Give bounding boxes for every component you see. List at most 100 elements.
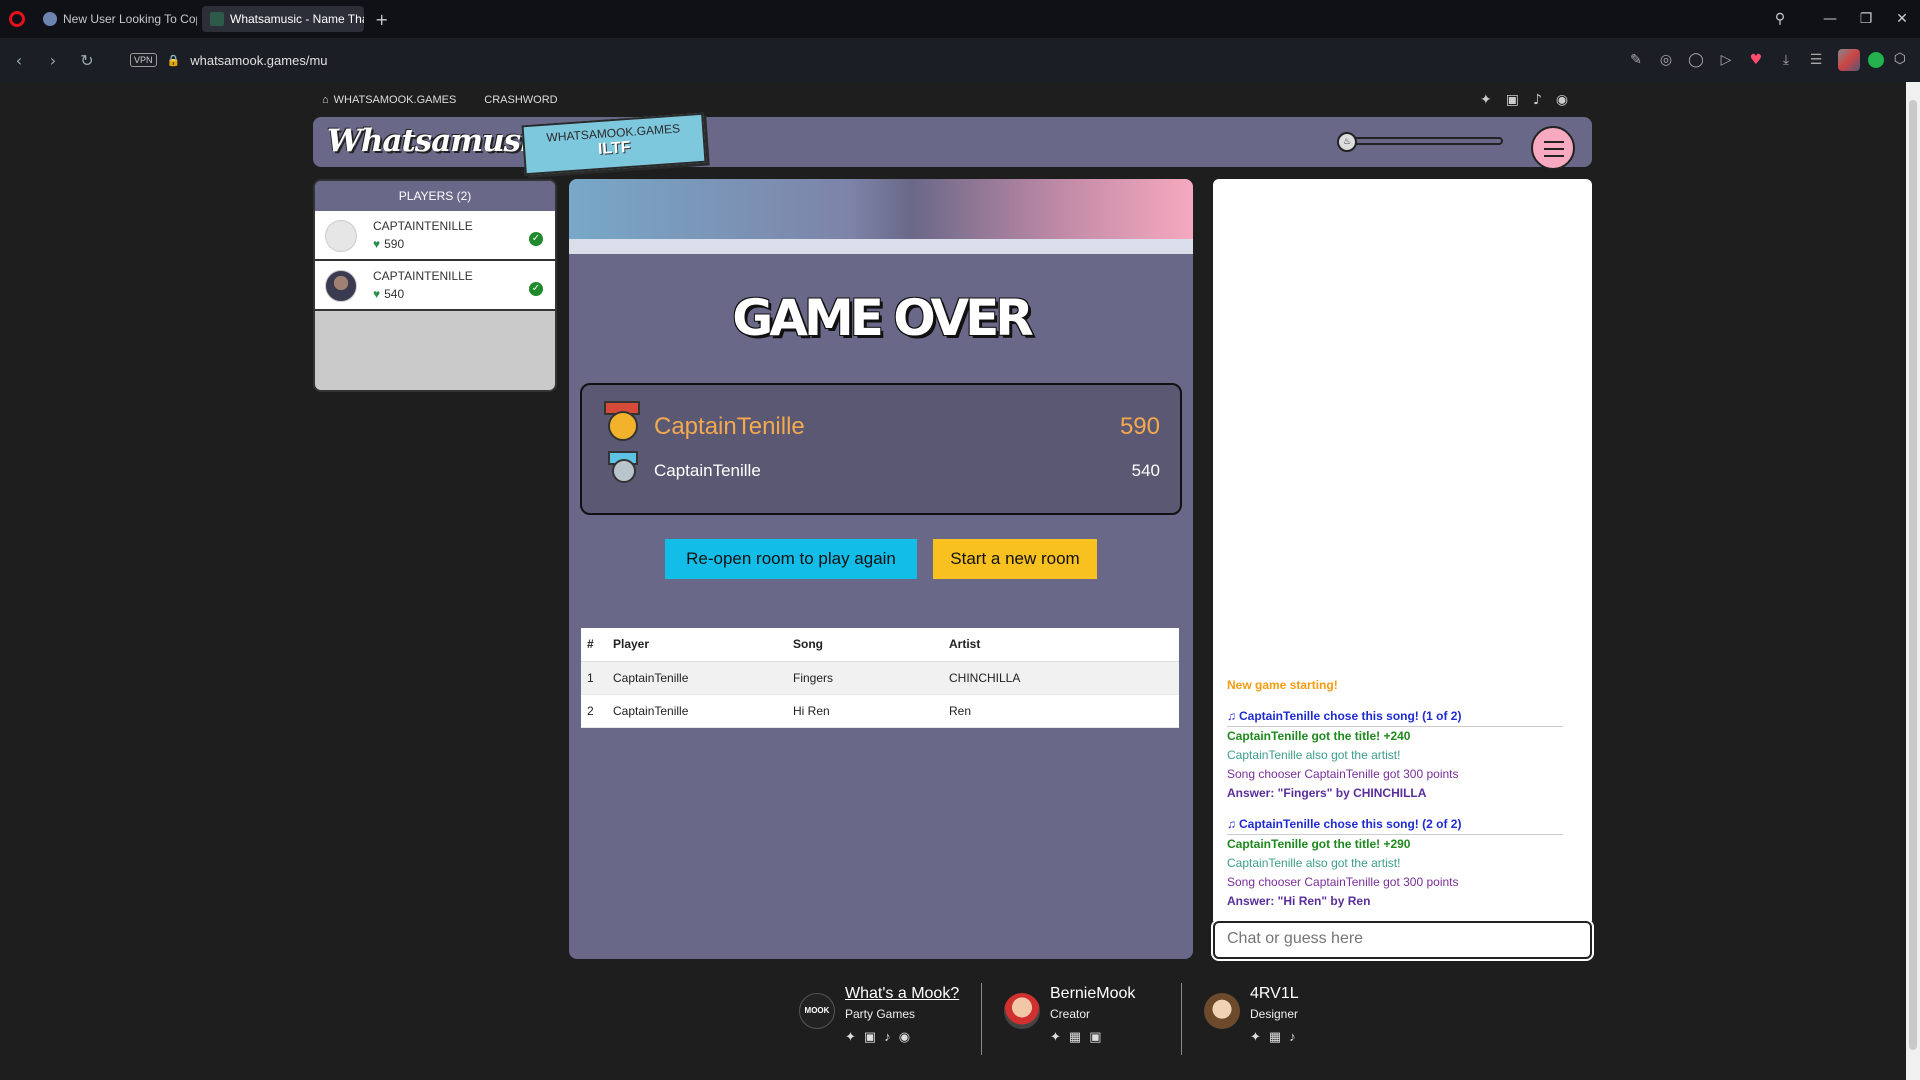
address-bar: ‹ › ↻ VPN 🔒 whatsamook.games/mu ✎ ◎ ◯ ▷ … bbox=[0, 38, 1920, 82]
twitch-icon[interactable]: ▦ bbox=[1269, 1029, 1281, 1045]
whats-a-mook-link[interactable]: What's a Mook? bbox=[845, 985, 959, 1003]
footer-bernie: BernieMook Creator ✦ ▦ ▣ bbox=[981, 983, 1181, 1055]
check-icon: ✓ bbox=[529, 232, 543, 246]
mook-logo[interactable]: MOOK bbox=[799, 993, 835, 1029]
col-song: Song bbox=[787, 628, 943, 662]
twitter-icon[interactable]: ✦ bbox=[1250, 1029, 1261, 1045]
menu-icon[interactable]: ☰ bbox=[1808, 52, 1824, 68]
tiktok-icon[interactable]: ♪ bbox=[1289, 1029, 1296, 1045]
instagram-icon[interactable]: ▣ bbox=[1506, 92, 1519, 108]
scrollbar-thumb[interactable] bbox=[1909, 100, 1917, 1050]
gold-medal-icon bbox=[608, 411, 638, 441]
heart-icon[interactable]: ♥ bbox=[1748, 52, 1764, 68]
restore-icon[interactable]: ❐ bbox=[1848, 11, 1884, 27]
cell-number: 1 bbox=[581, 661, 607, 695]
home-icon: ⌂ bbox=[322, 94, 329, 106]
address-bar-tools: ✎ ◎ ◯ ▷ ♥ ⤓ ☰ bbox=[1628, 38, 1860, 82]
instagram-icon[interactable]: ▣ bbox=[1089, 1029, 1101, 1045]
play-icon[interactable]: ▷ bbox=[1718, 52, 1734, 68]
download-icon[interactable]: ⤓ bbox=[1778, 52, 1794, 68]
heart-icon: ♥ bbox=[373, 237, 381, 251]
cell-song: Fingers bbox=[787, 661, 943, 695]
vpn-badge[interactable]: VPN bbox=[130, 53, 157, 67]
crashword-link[interactable]: CRASHWORD bbox=[484, 94, 557, 106]
col-number: # bbox=[581, 628, 607, 662]
hamburger-menu-button[interactable] bbox=[1531, 126, 1575, 170]
chat-message-title: CaptainTenille got the title! +290 bbox=[1227, 837, 1411, 851]
forward-icon[interactable]: › bbox=[38, 51, 68, 70]
chat-message-chose: ♫ CaptainTenille chose this song! (1 of 2… bbox=[1227, 707, 1563, 727]
footer-role: Party Games bbox=[845, 1007, 916, 1021]
discord-icon[interactable]: ◉ bbox=[1556, 92, 1568, 108]
reload-icon[interactable]: ↻ bbox=[72, 51, 102, 70]
browser-tab-bar: New User Looking To Cop Whatsamusic - Na… bbox=[0, 0, 1920, 38]
chat-message-artist: CaptainTenille also got the artist! bbox=[1227, 856, 1401, 870]
instagram-icon[interactable]: ▣ bbox=[864, 1029, 876, 1045]
chat-message-title: CaptainTenille got the title! +240 bbox=[1227, 729, 1411, 743]
browser-tab-1[interactable]: New User Looking To Cop bbox=[35, 6, 197, 32]
game-header: Whatsamusic WHATSAMOOK.GAMES ILTF ♨ bbox=[313, 112, 1592, 176]
twitter-icon[interactable]: ✦ bbox=[1480, 92, 1492, 108]
room-sticker: WHATSAMOOK.GAMES ILTF bbox=[521, 112, 707, 176]
discord-icon[interactable]: ◉ bbox=[899, 1029, 910, 1045]
volume-slider[interactable]: ♨ bbox=[1337, 132, 1503, 152]
cell-player: CaptainTenille bbox=[607, 694, 787, 728]
twitch-icon[interactable]: ▦ bbox=[1069, 1029, 1081, 1045]
edit-icon[interactable]: ✎ bbox=[1628, 52, 1644, 68]
table-row: 1 CaptainTenille Fingers CHINCHILLA bbox=[581, 661, 1179, 695]
minimize-icon[interactable]: — bbox=[1812, 11, 1848, 27]
chat-input-box[interactable] bbox=[1213, 921, 1592, 959]
search-icon[interactable]: ⚲ bbox=[1762, 11, 1798, 27]
game-banner bbox=[569, 179, 1193, 239]
back-icon[interactable]: ‹ bbox=[4, 51, 34, 70]
cell-artist: Ren bbox=[943, 694, 1179, 728]
avatar bbox=[1204, 993, 1240, 1029]
whatsamusic-logo[interactable]: Whatsamusic bbox=[327, 123, 550, 159]
footer-social: ✦ ▦ ♪ bbox=[1250, 1029, 1296, 1045]
page-scrollbar[interactable] bbox=[1906, 82, 1920, 1080]
chat-message-answer: Answer: "Fingers" by CHINCHILLA bbox=[1227, 786, 1427, 800]
chat-message-start: New game starting! bbox=[1227, 678, 1338, 692]
site-top-nav: ⌂ WHATSAMOOK.GAMES CRASHWORD bbox=[322, 94, 558, 106]
footer-social: ✦ ▣ ♪ ◉ bbox=[845, 1029, 910, 1045]
url-field[interactable]: whatsamook.games/mu bbox=[190, 53, 327, 68]
chat-scrollbar[interactable] bbox=[1582, 179, 1592, 921]
profile-avatar[interactable] bbox=[1838, 49, 1860, 71]
chat-input[interactable] bbox=[1227, 923, 1567, 955]
table-header-row: # Player Song Artist bbox=[581, 628, 1179, 662]
final-results: CaptainTenille 590 CaptainTenille 540 bbox=[580, 383, 1182, 515]
players-title: PLAYERS (2) bbox=[315, 181, 555, 211]
avatar bbox=[325, 220, 357, 252]
chose-text: CaptainTenille chose this song! (1 of 2) bbox=[1239, 709, 1462, 723]
volume-icon[interactable]: ♨ bbox=[1337, 132, 1357, 152]
footer-name: 4RV1L bbox=[1250, 985, 1299, 1002]
chat-message-artist: CaptainTenille also got the artist! bbox=[1227, 748, 1401, 762]
music-note-icon: ♫ bbox=[1227, 817, 1236, 831]
reopen-room-button[interactable]: Re-open room to play again bbox=[665, 539, 917, 579]
window-controls: ⚲ — ❐ ✕ bbox=[1762, 0, 1920, 38]
close-icon[interactable]: ✕ bbox=[1884, 11, 1920, 27]
tiktok-icon[interactable]: ♪ bbox=[884, 1029, 891, 1045]
chat-panel[interactable]: New game starting! ♫ CaptainTenille chose… bbox=[1213, 179, 1592, 921]
opera-logo-icon[interactable] bbox=[9, 11, 25, 27]
col-artist: Artist bbox=[943, 628, 1179, 662]
social-links-top: ✦ ▣ ♪ ◉ bbox=[1480, 92, 1568, 108]
tab-favicon-icon bbox=[43, 12, 57, 26]
player-row: CAPTAINTENILLE ♥ 540 ✓ bbox=[315, 261, 555, 311]
browser-tab-2[interactable]: Whatsamusic - Name Tha bbox=[202, 6, 364, 32]
new-tab-button[interactable]: + bbox=[375, 10, 388, 29]
home-link[interactable]: ⌂ WHATSAMOOK.GAMES bbox=[322, 94, 456, 106]
shield-icon[interactable]: ◯ bbox=[1688, 52, 1704, 68]
tiktok-icon[interactable]: ♪ bbox=[1533, 92, 1542, 108]
extension-icon[interactable] bbox=[1868, 52, 1884, 68]
start-new-room-button[interactable]: Start a new room bbox=[933, 539, 1097, 579]
cube-icon[interactable]: ⬡ bbox=[1894, 51, 1906, 67]
twitter-icon[interactable]: ✦ bbox=[845, 1029, 856, 1045]
player-score: ♥ 540 bbox=[373, 287, 404, 301]
camera-icon[interactable]: ◎ bbox=[1658, 52, 1674, 68]
col-player: Player bbox=[607, 628, 787, 662]
songs-table: # Player Song Artist 1 CaptainTenille Fi… bbox=[581, 628, 1179, 728]
twitter-icon[interactable]: ✦ bbox=[1050, 1029, 1061, 1045]
lock-icon[interactable]: 🔒 bbox=[167, 54, 181, 67]
players-panel: PLAYERS (2) CAPTAINTENILLE ♥ 590 ✓ CAPTAI… bbox=[313, 179, 557, 392]
